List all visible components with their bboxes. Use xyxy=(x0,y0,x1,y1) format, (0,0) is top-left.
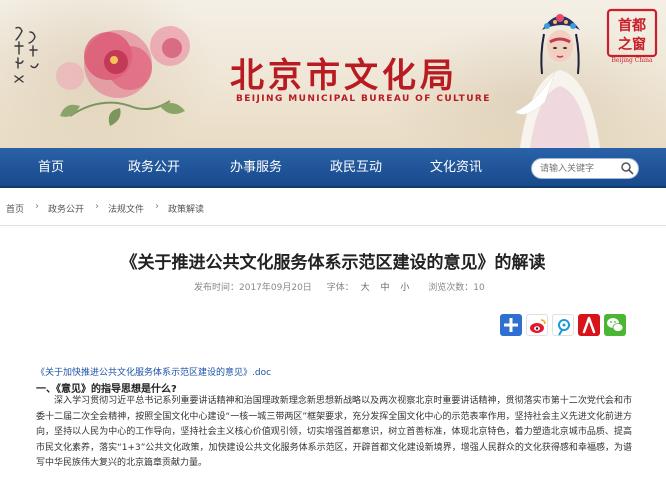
site-banner: 北京市文化局 BEIJING MUNICIPAL BUREAU OF CULTU… xyxy=(0,0,666,148)
paragraph-text: 深入学习贯彻习近平总书记系列重要讲话精神和治国理政新理念新思想新战略以及两次视察… xyxy=(36,396,632,468)
seal-logo: 首都 之窗 Beijing China xyxy=(606,8,658,64)
nav-item-culture-news[interactable]: 文化资讯 xyxy=(430,148,482,188)
renren-icon[interactable] xyxy=(578,314,600,336)
tencent-weibo-icon[interactable] xyxy=(552,314,574,336)
main-navigation: 首页 政务公开 办事服务 政民互动 文化资讯 xyxy=(0,148,666,188)
breadcrumb-home[interactable]: 首页 xyxy=(6,202,24,215)
article-paragraph: 深入学习贯彻习近平总书记系列重要讲话精神和治国理政新理念新思想新战略以及两次视察… xyxy=(36,394,632,472)
peony-flower-illustration xyxy=(56,26,190,126)
publish-date: 发布时间：2017年09月20日 xyxy=(194,283,312,293)
breadcrumb-government-affairs[interactable]: 政务公开 xyxy=(48,202,84,215)
nav-item-government-affairs[interactable]: 政务公开 xyxy=(128,148,180,188)
search-box xyxy=(531,158,639,179)
peking-opera-illustration xyxy=(514,14,600,148)
svg-text:之窗: 之窗 xyxy=(618,36,646,53)
breadcrumb-regulations[interactable]: 法规文件 xyxy=(108,202,144,215)
search-input[interactable] xyxy=(540,161,618,176)
plus-share-icon[interactable] xyxy=(500,314,522,336)
font-size-medium[interactable]: 中 xyxy=(380,283,389,293)
nav-item-home[interactable]: 首页 xyxy=(38,148,64,188)
svg-text:Beijing China: Beijing China xyxy=(611,57,653,64)
article-meta: 发布时间：2017年09月20日 字体： 大 中 小 浏览次数：10 xyxy=(194,280,485,293)
breadcrumb-separator-icon: › xyxy=(155,201,159,212)
search-icon[interactable] xyxy=(620,161,634,175)
nav-item-services[interactable]: 办事服务 xyxy=(230,148,282,188)
breadcrumb-separator-icon: › xyxy=(35,201,39,212)
site-title: 北京市文化局 xyxy=(230,56,458,96)
section-heading: 一、《意见》的指导思想是什么? xyxy=(36,384,177,395)
font-size-small[interactable]: 小 xyxy=(400,283,409,293)
weibo-icon[interactable] xyxy=(526,314,548,336)
article-title: 《关于推进公共文化服务体系示范区建设的意见》的解读 xyxy=(120,253,546,273)
wechat-icon[interactable] xyxy=(604,314,626,336)
nav-item-interaction[interactable]: 政民互动 xyxy=(330,148,382,188)
breadcrumb-policy-interpretation[interactable]: 政策解读 xyxy=(168,202,204,215)
attachment-doc-link[interactable]: 《关于加快推进公共文化服务体系示范区建设的意见》.doc xyxy=(36,365,271,378)
breadcrumb: 首页 › 政务公开 › 法规文件 › 政策解读 xyxy=(0,190,666,226)
view-count: 浏览次数：10 xyxy=(428,283,485,293)
breadcrumb-separator-icon: › xyxy=(95,201,99,212)
font-size-label: 字体： xyxy=(326,283,354,293)
site-subtitle: BEIJING MUNICIPAL BUREAU OF CULTURE xyxy=(236,94,491,104)
font-size-large[interactable]: 大 xyxy=(361,283,370,293)
svg-text:首都: 首都 xyxy=(618,17,646,34)
capital-window-seal[interactable]: 首都 之窗 Beijing China xyxy=(604,6,660,64)
